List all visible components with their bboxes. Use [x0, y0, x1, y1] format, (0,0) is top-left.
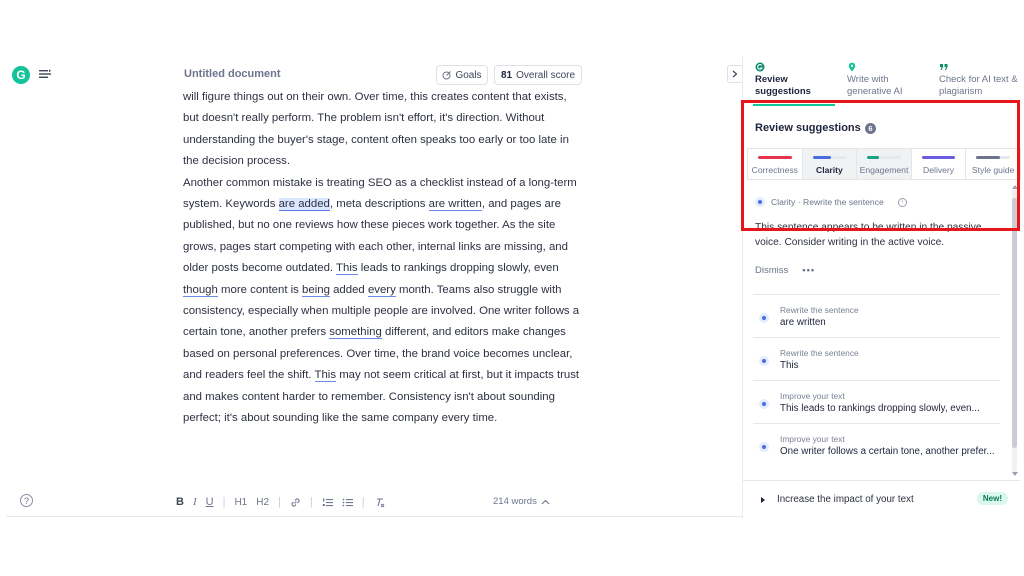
- document-title[interactable]: Untitled document: [184, 68, 281, 80]
- new-badge: New!: [976, 492, 1008, 505]
- clarity-dot-icon: [759, 442, 769, 452]
- scrollbar-thumb[interactable]: [1012, 198, 1017, 448]
- scrollbar[interactable]: [1012, 190, 1017, 472]
- suggestion-item[interactable]: Improve your text This leads to rankings…: [753, 380, 1000, 423]
- separator: |: [309, 496, 313, 508]
- bold-button[interactable]: B: [176, 496, 184, 508]
- divider: [6, 516, 742, 517]
- italic-button[interactable]: I: [193, 496, 197, 508]
- location-pin-icon: [848, 62, 856, 72]
- heading-1-button[interactable]: H1: [234, 497, 247, 508]
- separator: |: [222, 496, 226, 508]
- dismiss-button[interactable]: Dismiss: [755, 265, 788, 276]
- clear-formatting-icon[interactable]: [374, 497, 385, 508]
- underlined-phrase[interactable]: something: [329, 326, 382, 340]
- suggestion-text: This leads to rankings dropping slowly, …: [780, 403, 980, 414]
- impact-text: Increase the impact of your text: [777, 494, 914, 505]
- triangle-right-icon: [761, 496, 765, 503]
- underlined-phrase[interactable]: are written: [428, 198, 482, 212]
- suggestion-text: One writer follows a certain tone, anoth…: [780, 446, 995, 457]
- paragraph-2: Another common mistake is treating SEO a…: [183, 176, 580, 425]
- grammarly-g-icon: [755, 62, 765, 72]
- suggestion-title: Improve your text: [780, 391, 845, 401]
- word-count: 214 words: [493, 496, 537, 507]
- suggestion-item[interactable]: Improve your text One writer follows a c…: [753, 423, 1000, 466]
- grammarly-logo[interactable]: G: [12, 66, 30, 84]
- chevron-right-icon: [732, 70, 738, 78]
- overall-score-button[interactable]: 81 Overall score: [494, 65, 582, 85]
- clarity-dot-icon: [759, 356, 769, 366]
- tab-ai-plagiarism[interactable]: Check for AI text & plagiarism: [939, 62, 1019, 98]
- separator: |: [361, 496, 365, 508]
- suggestion-title: Rewrite the sentence: [780, 348, 859, 358]
- numbered-list-icon[interactable]: [322, 497, 333, 508]
- link-icon[interactable]: [290, 497, 301, 508]
- quote-icon: [940, 64, 948, 70]
- underlined-phrase[interactable]: This: [336, 262, 358, 276]
- score-label: Overall score: [516, 69, 576, 81]
- increase-impact-row[interactable]: Increase the impact of your text New!: [743, 480, 1020, 518]
- suggestion-title: Rewrite the sentence: [780, 305, 859, 315]
- document-editor[interactable]: will figure things out on their own. Ove…: [183, 87, 583, 457]
- target-icon: [442, 70, 452, 79]
- suggestion-item[interactable]: Rewrite the sentence are written: [753, 294, 1000, 337]
- suggestion-item[interactable]: Rewrite the sentence This: [753, 337, 1000, 380]
- heading-2-button[interactable]: H2: [256, 497, 269, 508]
- suggestion-text: are written: [780, 317, 826, 328]
- word-count-button[interactable]: 214 words: [493, 496, 550, 507]
- highlighted-phrase[interactable]: are added: [278, 198, 330, 212]
- underline-button[interactable]: U: [206, 496, 214, 508]
- card-actions: Dismiss •••: [755, 265, 815, 276]
- goals-button[interactable]: Goals: [436, 65, 488, 85]
- tab-review-suggestions[interactable]: Review suggestions: [755, 62, 835, 98]
- score-value: 81: [500, 69, 513, 81]
- clarity-dot-icon: [759, 313, 769, 323]
- scroll-down-arrow[interactable]: [1012, 472, 1018, 476]
- collapse-panel-button[interactable]: [727, 65, 743, 83]
- underlined-phrase[interactable]: being: [302, 283, 330, 297]
- goals-label: Goals: [455, 69, 482, 81]
- help-icon[interactable]: ?: [20, 494, 33, 507]
- suggestion-text: This: [780, 360, 799, 371]
- menu-icon[interactable]: [38, 67, 52, 81]
- tab-write-with-ai[interactable]: Write with generative AI: [847, 62, 927, 98]
- suggestion-list: Rewrite the sentence are written Rewrite…: [753, 294, 1000, 466]
- formatting-toolbar: B I U | H1 H2 | | |: [176, 494, 385, 510]
- bulleted-list-icon[interactable]: [342, 497, 353, 508]
- clarity-dot-icon: [759, 399, 769, 409]
- paragraph-1: will figure things out on their own. Ove…: [183, 91, 569, 168]
- chevron-up-icon: [541, 499, 550, 504]
- separator: |: [278, 496, 281, 508]
- underlined-phrase[interactable]: This: [314, 369, 337, 383]
- more-options-icon[interactable]: •••: [802, 265, 815, 276]
- highlight-annotation-box: [741, 100, 1020, 231]
- suggestion-title: Improve your text: [780, 434, 845, 444]
- underlined-phrase[interactable]: though: [183, 283, 218, 297]
- underlined-phrase[interactable]: every: [367, 283, 396, 297]
